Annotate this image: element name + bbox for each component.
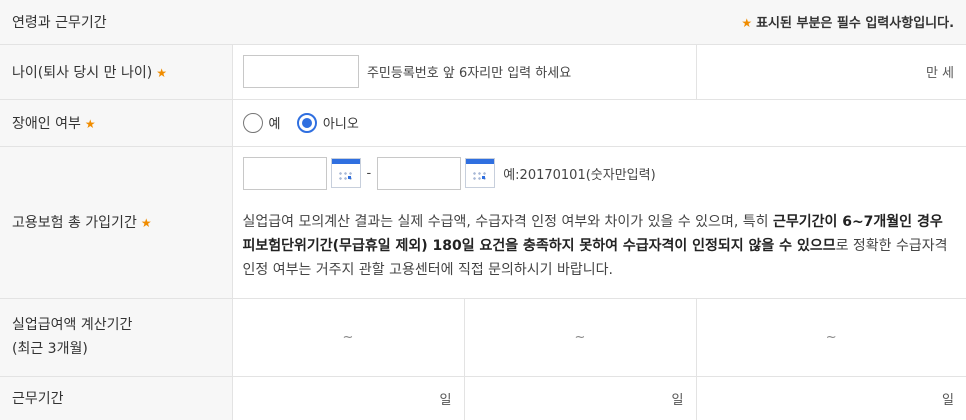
age-input[interactable]: [242, 55, 359, 88]
calc-period-range-2: ~: [463, 298, 696, 377]
age-hint: 주민등록번호 앞 6자리만 입력 하세요: [366, 66, 572, 81]
calc-period-label-line2: (최근 3개월): [12, 341, 88, 357]
section-title-text: 연령과 근무기간: [12, 14, 107, 31]
work-days-2: 일: [463, 376, 696, 420]
calc-period-range-3: ~: [695, 298, 966, 377]
calendar-icon[interactable]: [330, 158, 361, 188]
insurance-start-date-input[interactable]: [242, 156, 327, 190]
calc-period-label-line1: 실업급여액 계산기간: [12, 317, 133, 333]
disability-radio-no[interactable]: 아니오: [296, 112, 371, 133]
radio-unchecked-icon[interactable]: [242, 112, 263, 133]
section-title: 연령과 근무기간: [0, 0, 232, 45]
days-unit: 일: [942, 392, 955, 408]
required-note-text: 표시된 부분은 필수 입력사항입니다.: [756, 16, 955, 32]
days-unit: 일: [439, 392, 452, 408]
work-period-row: 근무기간 일 일 일: [0, 376, 966, 420]
disability-row: 장애인 여부 ★ 예 아니오: [0, 99, 966, 147]
age-unit: 만 세: [695, 44, 966, 100]
age-input-cell: 주민등록번호 앞 6자리만 입력 하세요: [232, 44, 696, 100]
age-row: 나이(퇴사 당시 만 나이) ★ 주민등록번호 앞 6자리만 입력 하세요 만 세: [0, 44, 966, 100]
disability-options: 예 아니오: [232, 99, 966, 147]
disability-label-text: 장애인 여부: [12, 115, 81, 132]
age-label: 나이(퇴사 당시 만 나이) ★: [0, 44, 233, 100]
calendar-icon[interactable]: [465, 158, 496, 188]
age-unit-text: 만 세: [925, 66, 955, 81]
disability-label: 장애인 여부 ★: [0, 99, 233, 147]
days-unit: 일: [671, 392, 684, 408]
required-star-icon: ★: [140, 216, 152, 230]
radio-checked-icon[interactable]: [296, 112, 317, 133]
insurance-row: 고용보험 총 가입기간 ★ - 예:20170101(숫자만입력) 실업급여 모의…: [0, 146, 966, 299]
disability-radio-yes[interactable]: 예: [242, 112, 293, 133]
range-tilde: ~: [574, 329, 586, 345]
insurance-end-date-input[interactable]: [377, 156, 462, 190]
range-tilde: ~: [342, 329, 354, 345]
insurance-date-range: - 예:20170101(숫자만입력): [242, 156, 966, 190]
range-tilde: ~: [825, 329, 837, 345]
work-days-1: 일: [232, 376, 464, 420]
required-star-icon: ★: [156, 65, 167, 80]
calc-period-range-1: ~: [232, 298, 464, 377]
calc-period-label: 실업급여액 계산기간 (최근 3개월): [0, 298, 233, 377]
insurance-label-text: 고용보험 총 가입기간: [12, 215, 137, 231]
required-note: ★ 표시된 부분은 필수 입력사항입니다.: [232, 0, 966, 45]
work-period-label-text: 근무기간: [12, 391, 64, 407]
required-star-icon: ★: [84, 116, 96, 131]
age-and-work-period-form: 연령과 근무기간 ★ 표시된 부분은 필수 입력사항입니다. 나이(퇴사 당시 만…: [0, 0, 966, 420]
header-row: 연령과 근무기간 ★ 표시된 부분은 필수 입력사항입니다.: [0, 0, 966, 45]
work-days-3: 일: [695, 376, 966, 420]
work-period-label: 근무기간: [0, 376, 233, 420]
insurance-notice: 실업급여 모의계산 결과는 실제 수급액, 수급자격 인정 여부와 차이가 있을…: [243, 210, 966, 282]
radio-yes-label: 예: [268, 117, 281, 132]
insurance-content: - 예:20170101(숫자만입력) 실업급여 모의계산 결과는 실제 수급액…: [232, 146, 966, 299]
age-label-text: 나이(퇴사 당시 만 나이): [12, 64, 153, 81]
calc-period-row: 실업급여액 계산기간 (최근 3개월) ~ ~ ~: [0, 298, 966, 377]
date-format-hint: 예:20170101(숫자만입력): [503, 167, 656, 183]
required-star-icon: ★: [741, 16, 753, 31]
insurance-label: 고용보험 총 가입기간 ★: [0, 146, 233, 299]
notice-text-1: 실업급여 모의계산 결과는 실제 수급액, 수급자격 인정 여부와 차이가 있을…: [242, 213, 773, 230]
date-range-dash: -: [366, 165, 372, 181]
radio-no-label: 아니오: [322, 117, 359, 132]
